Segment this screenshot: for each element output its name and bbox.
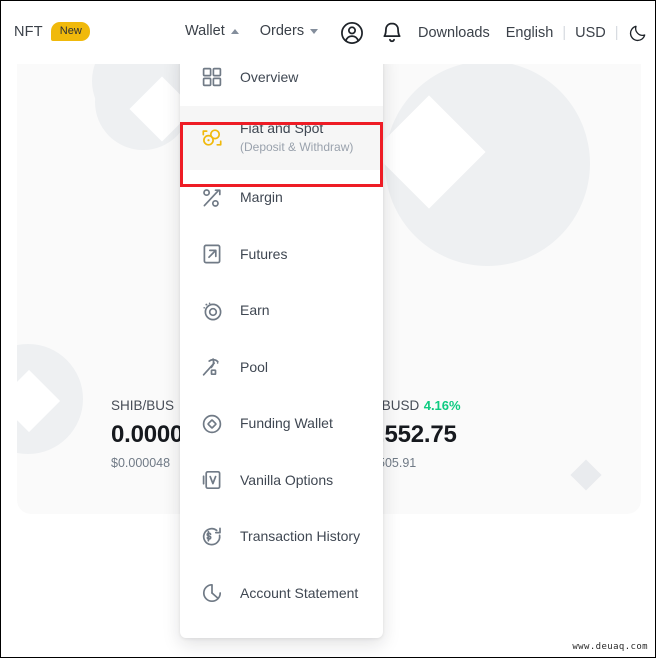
menu-item-transaction-history[interactable]: Transaction History — [180, 509, 383, 566]
menu-item-account-statement[interactable]: Account Statement — [180, 565, 383, 622]
menu-item-funding-wallet[interactable]: Funding Wallet — [180, 396, 383, 453]
currency-selector[interactable]: USD — [575, 25, 606, 41]
menu-item-margin[interactable]: Margin — [180, 170, 383, 227]
funding-diamond-circle-icon — [200, 412, 240, 436]
wallet-dropdown-menu: Overview Fiat and Spot (Deposit & Withdr… — [180, 49, 383, 638]
nav-center-group: Wallet Orders — [185, 23, 319, 39]
caret-down-icon — [310, 28, 319, 34]
header-right-group: Downloads English | USD | — [418, 23, 648, 43]
percent-arrow-icon — [200, 186, 240, 210]
nft-nav-group[interactable]: NFT New — [14, 22, 90, 41]
nav-item-label: Wallet — [185, 23, 225, 39]
menu-item-pool[interactable]: Pool — [180, 339, 383, 396]
nav-item-orders[interactable]: Orders — [259, 23, 319, 39]
language-selector[interactable]: English — [506, 25, 554, 41]
nav-item-wallet[interactable]: Wallet — [185, 23, 239, 39]
notification-bell-icon[interactable] — [379, 20, 405, 46]
menu-item-fiat-and-spot[interactable]: Fiat and Spot (Deposit & Withdraw) — [180, 105, 383, 170]
pool-pickaxe-icon — [200, 355, 240, 379]
menu-item-label: Transaction History — [240, 528, 361, 544]
menu-item-futures[interactable]: Futures — [180, 226, 383, 283]
ticker-pair: /BUSD — [378, 398, 420, 413]
menu-item-earn[interactable]: Earn — [180, 283, 383, 340]
decorative-diamond-small — [570, 459, 602, 491]
transaction-history-clock-icon — [200, 525, 240, 549]
vanilla-options-v-icon — [200, 468, 240, 492]
menu-item-label: Account Statement — [240, 584, 359, 601]
ticker-shib-busd: SHIB/BUS 0.0000 $0.000048 — [111, 397, 183, 470]
top-navigation-bar: NFT New Wallet Orders Downloads English … — [1, 1, 655, 64]
ticker-price: ,552.75 — [378, 421, 457, 448]
nav-item-label: Orders — [259, 23, 305, 39]
screenshot-root: SHIB/BUS 0.0000 $0.000048 /BUSD 4.16% ,5… — [0, 0, 656, 658]
menu-item-sublabel: (Deposit & Withdraw) — [240, 139, 354, 154]
account-statement-pie-icon — [200, 581, 240, 605]
nft-label[interactable]: NFT — [14, 24, 43, 40]
ticker-change-percent: 4.16% — [423, 398, 461, 413]
menu-item-label: Funding Wallet — [240, 415, 333, 431]
menu-item-label: Overview — [240, 68, 299, 85]
menu-item-label: Fiat and Spot — [240, 120, 324, 137]
ticker-price: 0.0000 — [111, 421, 184, 448]
menu-item-label: Pool — [240, 358, 269, 375]
dark-mode-moon-icon[interactable] — [628, 23, 648, 43]
header-icon-group — [339, 20, 405, 46]
menu-item-label: Futures — [240, 245, 288, 262]
separator: | — [614, 25, 619, 41]
futures-arrow-box-icon — [200, 242, 240, 266]
separator: | — [562, 25, 567, 41]
caret-up-icon — [230, 28, 239, 34]
user-account-icon[interactable] — [339, 20, 365, 46]
watermark: www.deuaq.com — [568, 640, 652, 654]
downloads-link[interactable]: Downloads — [418, 25, 490, 41]
menu-item-vanilla-options[interactable]: Vanilla Options — [180, 452, 383, 509]
ticker-pair: SHIB/BUS — [111, 398, 175, 413]
ticker-usd-value: $0.000048 — [111, 456, 171, 470]
ticker-usd-value: 505.91 — [378, 456, 417, 470]
menu-item-label: Margin — [240, 189, 283, 205]
menu-item-label: Earn — [240, 302, 270, 318]
new-badge: New — [50, 22, 90, 41]
fiat-spot-coins-icon — [200, 126, 240, 150]
menu-item-label: Vanilla Options — [240, 471, 334, 488]
earn-orbit-icon — [200, 299, 240, 323]
grid-overview-icon — [200, 65, 240, 89]
ticker-second-pair: /BUSD 4.16% ,552.75 505.91 — [378, 397, 461, 470]
